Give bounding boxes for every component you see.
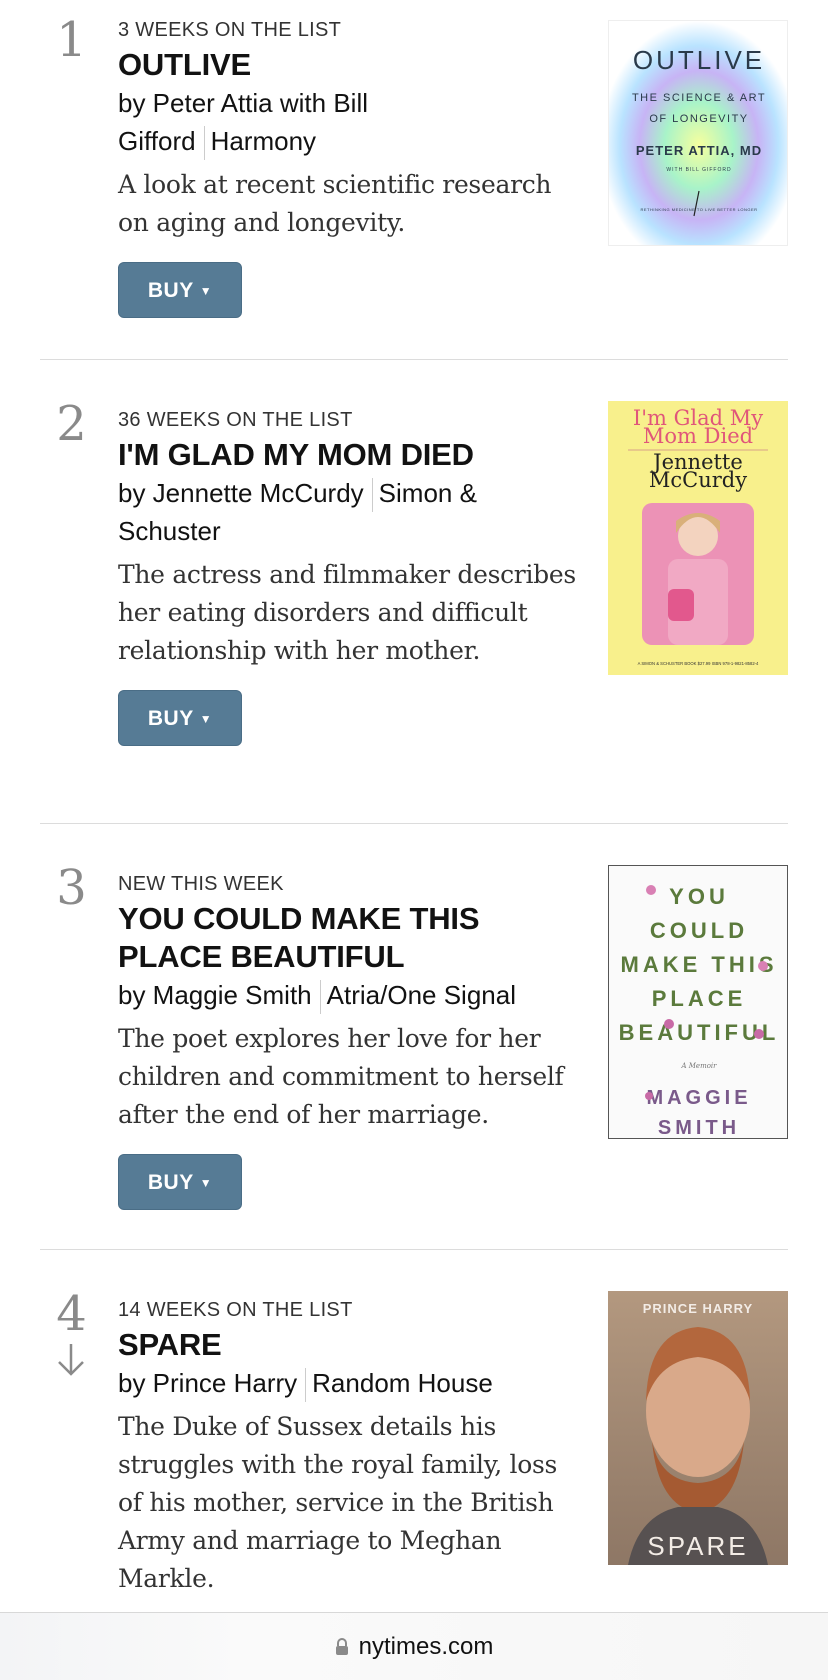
buy-button[interactable]: BUY ▼	[118, 690, 242, 747]
cover-line-2: COULD	[650, 918, 748, 943]
book-entry-4: 4 14 WEEKS ON THE LIST SPARE by Prince H…	[0, 1250, 828, 1612]
outlive-cover-art: OUTLIVE THE SCIENCE & ART OF LONGEVITY P…	[609, 21, 787, 245]
book-info: 14 WEEKS ON THE LIST SPARE by Prince Har…	[118, 1298, 578, 1598]
cover-author-1: MAGGIE	[646, 1087, 751, 1109]
cover-author-2: SMITH	[658, 1117, 740, 1139]
rank-number: 3	[56, 860, 87, 916]
book-author: by Peter Attia with Bill Gifford Harmony	[118, 84, 578, 161]
book-cover[interactable]: I'm Glad My Mom Died Jennette McCurdy A …	[608, 401, 788, 675]
buy-button[interactable]: BUY ▼	[118, 262, 242, 319]
book-description: A look at recent scientific research on …	[118, 170, 552, 238]
cover-tagline: RETHINKING MEDICINE TO LIVE BETTER LONGE…	[640, 207, 757, 212]
url-display[interactable]: nytimes.com	[0, 1633, 828, 1663]
cover-memoir: A Memoir	[680, 1062, 717, 1070]
cover-footer: A SIMON & SCHUSTER BOOK $27.99 ISBN 978-…	[638, 661, 759, 666]
url-text: nytimes.com	[358, 1633, 494, 1660]
cover-title-2: Mom Died	[643, 424, 753, 448]
cover-coauthor: WITH BILL GIFFORD	[666, 167, 731, 173]
lock-icon	[335, 1635, 349, 1663]
book-title[interactable]: YOU COULD MAKE THIS PLACE BEAUTIFUL	[118, 900, 578, 976]
publisher: Simon &	[378, 478, 477, 508]
book-title[interactable]: SPARE	[118, 1326, 578, 1364]
cover-subtitle-2: OF LONGEVITY	[649, 113, 748, 125]
book-description: The Duke of Sussex details his struggles…	[118, 1412, 558, 1594]
book-author: by Prince Harry Random House	[118, 1364, 578, 1403]
buy-button[interactable]: BUY ▼	[118, 1154, 242, 1211]
cover-line-3: MAKE THIS	[621, 952, 778, 977]
author-name-line2: Gifford	[118, 126, 196, 156]
cover-line-1: YOU	[669, 884, 729, 909]
book-title[interactable]: I'M GLAD MY MOM DIED	[118, 436, 578, 474]
weeks-on-list: 14 WEEKS ON THE LIST	[118, 1299, 353, 1321]
book-author: by Maggie Smith Atria/One Signal	[118, 976, 578, 1015]
author-name: by Maggie Smith	[118, 980, 312, 1010]
weeks-on-list: 3 WEEKS ON THE LIST	[118, 19, 342, 41]
author-name: by Prince Harry	[118, 1368, 298, 1398]
publisher: Random House	[312, 1368, 493, 1398]
down-arrow-icon	[56, 1342, 86, 1383]
cover-line-4: PLACE	[652, 986, 747, 1011]
weeks-on-list: NEW THIS WEEK	[118, 873, 284, 895]
book-entry-3: 3 NEW THIS WEEK YOU COULD MAKE THIS PLAC…	[0, 824, 828, 1250]
weeks-on-list: 36 WEEKS ON THE LIST	[118, 409, 353, 431]
browser-address-bar[interactable]: nytimes.com	[0, 1612, 828, 1680]
book-info: 36 WEEKS ON THE LIST I'M GLAD MY MOM DIE…	[118, 408, 578, 747]
cover-title: OUTLIVE	[633, 45, 765, 75]
buy-label: BUY	[147, 707, 194, 731]
cover-subtitle-1: THE SCIENCE & ART	[632, 92, 766, 104]
cover-author: PRINCE HARRY	[643, 1301, 753, 1316]
book-description: The actress and filmmaker describes her …	[118, 560, 576, 666]
publisher: Harmony	[210, 126, 317, 156]
cover-title: SPARE	[647, 1531, 748, 1561]
triangle-down-icon: ▼	[199, 284, 213, 299]
book-author: by Jennette McCurdy Simon & Schuster	[118, 474, 578, 550]
author-name: by Jennette McCurdy	[118, 478, 364, 508]
cover-author: PETER ATTIA, MD	[636, 143, 762, 158]
rank-number: 2	[56, 396, 87, 452]
book-cover[interactable]: OUTLIVE THE SCIENCE & ART OF LONGEVITY P…	[608, 20, 788, 246]
book-title[interactable]: OUTLIVE	[118, 46, 578, 84]
rank-number: 4	[56, 1286, 87, 1342]
separator	[319, 980, 321, 1015]
book-cover[interactable]: PRINCE HARRY SPARE	[608, 1291, 788, 1565]
triangle-down-icon: ▼	[199, 712, 213, 727]
book-cover[interactable]: YOU COULD MAKE THIS PLACE BEAUTIFUL MAGG…	[608, 865, 788, 1139]
buy-label: BUY	[147, 1171, 194, 1195]
beautiful-cover-art: YOU COULD MAKE THIS PLACE BEAUTIFUL MAGG…	[609, 866, 787, 1139]
book-entry-1: 1 3 WEEKS ON THE LIST OUTLIVE by Peter A…	[0, 0, 828, 360]
glad-mom-cover-art: I'm Glad My Mom Died Jennette McCurdy A …	[608, 401, 788, 675]
book-info: 3 WEEKS ON THE LIST OUTLIVE by Peter Att…	[118, 18, 578, 319]
book-entry-2: 2 36 WEEKS ON THE LIST I'M GLAD MY MOM D…	[0, 360, 828, 824]
separator	[371, 478, 373, 513]
author-name-line1: by Peter Attia with Bill	[118, 88, 368, 118]
rank-number: 1	[56, 12, 87, 68]
publisher: Atria/One Signal	[326, 980, 516, 1010]
separator	[203, 126, 205, 161]
spare-cover-art: PRINCE HARRY SPARE	[608, 1291, 788, 1565]
book-description: The poet explores her love for her child…	[118, 1024, 564, 1130]
book-info: NEW THIS WEEK YOU COULD MAKE THIS PLACE …	[118, 872, 578, 1211]
separator	[305, 1368, 307, 1403]
buy-label: BUY	[147, 279, 194, 303]
publisher-line2: Schuster	[118, 516, 221, 547]
triangle-down-icon: ▼	[199, 1176, 213, 1191]
cover-author-2: McCurdy	[649, 468, 747, 492]
